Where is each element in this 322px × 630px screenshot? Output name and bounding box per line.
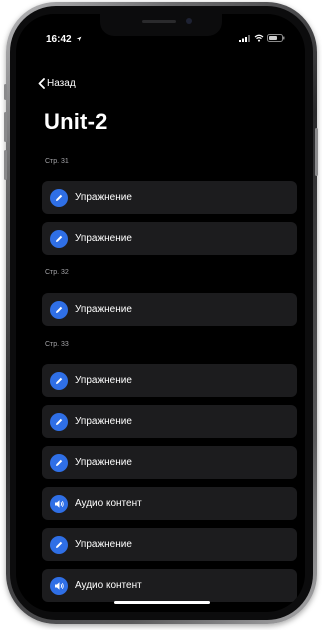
list-item-label: Упражнение [75, 304, 132, 315]
screenshot-stage: 16:42 Назад Unit-2 Стр. 31 Упражнение Уп… [0, 0, 322, 630]
list-item[interactable]: Упражнение [42, 222, 297, 255]
status-icons [239, 34, 285, 42]
location-arrow-icon [76, 36, 82, 42]
list-item-label: Упражнение [75, 192, 132, 203]
list-item-label: Упражнение [75, 416, 132, 427]
pencil-icon [50, 229, 68, 248]
status-time: 16:42 [46, 34, 82, 45]
list-item-label: Упражнение [75, 457, 132, 468]
list-item[interactable]: Упражнение [42, 293, 297, 326]
speaker-icon [50, 494, 68, 513]
back-button[interactable]: Назад [38, 78, 76, 89]
back-button-label: Назад [47, 78, 76, 89]
list-item[interactable]: Упражнение [42, 528, 297, 561]
section-label: Стр. 32 [45, 269, 69, 276]
list-item[interactable]: Аудио контент [42, 569, 297, 602]
list-item-label: Упражнение [75, 539, 132, 550]
list-item[interactable]: Упражнение [42, 181, 297, 214]
home-indicator[interactable] [114, 601, 210, 604]
list-item-label: Аудио контент [75, 580, 142, 591]
list-item-label: Аудио контент [75, 498, 142, 509]
pencil-icon [50, 371, 68, 390]
cellular-signal-icon [239, 35, 250, 42]
power-button [315, 128, 318, 176]
pencil-icon [50, 188, 68, 207]
pencil-icon [50, 412, 68, 431]
list-item[interactable]: Упражнение [42, 364, 297, 397]
chevron-left-icon [38, 78, 45, 89]
status-bar: 16:42 [16, 14, 305, 54]
pencil-icon [50, 535, 68, 554]
section-label: Стр. 31 [45, 158, 69, 165]
silent-switch [4, 84, 7, 100]
section-label: Стр. 33 [45, 341, 69, 348]
battery-icon [267, 34, 285, 42]
phone-screen: 16:42 Назад Unit-2 Стр. 31 Упражнение Уп… [16, 14, 305, 612]
pencil-icon [50, 300, 68, 319]
list-item[interactable]: Упражнение [42, 446, 297, 479]
list-item[interactable]: Упражнение [42, 405, 297, 438]
list-item-label: Упражнение [75, 375, 132, 386]
page-title: Unit-2 [44, 109, 108, 134]
list-item-label: Упражнение [75, 233, 132, 244]
pencil-icon [50, 453, 68, 472]
status-time-text: 16:42 [46, 34, 72, 45]
speaker-icon [50, 576, 68, 595]
volume-up-button [4, 112, 7, 142]
wifi-icon [254, 34, 264, 42]
list-item[interactable]: Аудио контент [42, 487, 297, 520]
volume-down-button [4, 150, 7, 180]
